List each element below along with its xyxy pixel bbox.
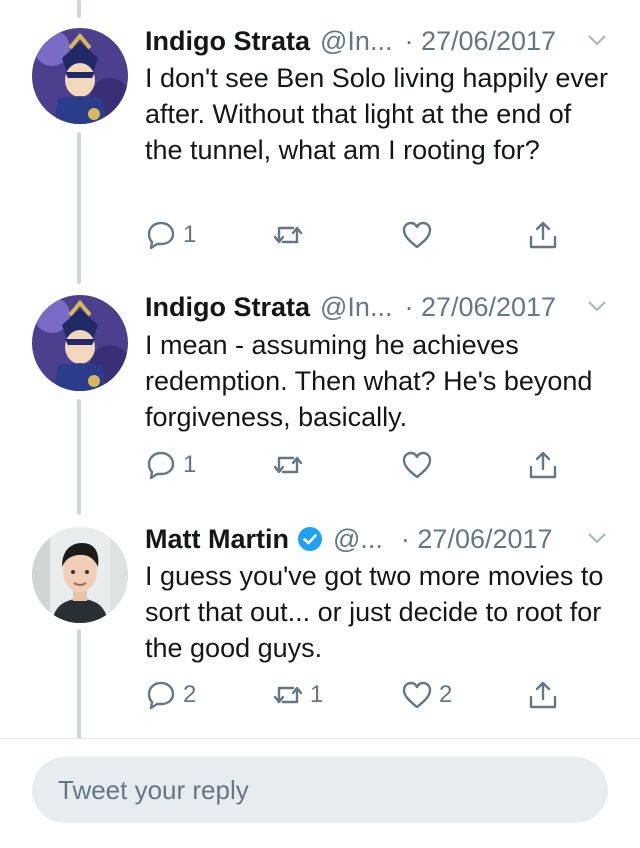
share-icon [529,451,557,479]
reply-button[interactable]: 2 [145,675,196,715]
heart-icon [402,451,432,479]
author-name[interactable]: Indigo Strata [145,26,310,57]
tweet-actions: 1 [145,215,585,255]
reply-placeholder: Tweet your reply [58,774,249,805]
share-button[interactable] [527,445,559,485]
tweet-text: I guess you've got two more movies to so… [145,561,604,663]
reply-button[interactable]: 1 [145,445,196,485]
tweet[interactable]: Indigo Strata @In... · 27/06/2017 I don'… [0,0,640,270]
tweet-text: I don't see Ben Solo living happily ever… [145,63,608,165]
avatar[interactable] [32,28,128,124]
reply-icon [147,681,175,710]
reply-button[interactable]: 1 [145,215,196,255]
share-button[interactable] [527,675,559,715]
retweet-button[interactable] [272,215,310,255]
share-icon [529,221,557,249]
chevron-down-icon[interactable] [586,29,608,51]
like-count: 2 [439,681,453,708]
tweet-header: Indigo Strata @In... · 27/06/2017 [145,21,616,61]
verified-badge-icon [298,527,322,551]
tweet-header: Matt Martin @... · 27/06/2017 [145,519,616,559]
avatar[interactable] [32,295,128,391]
author-handle[interactable]: @In... [320,26,392,57]
retweet-icon [273,226,303,244]
reply-icon [147,221,175,250]
retweet-icon [273,456,303,474]
avatar[interactable] [32,527,128,623]
share-icon [529,681,557,709]
author-name[interactable]: Matt Martin [145,524,289,555]
author-name[interactable]: Indigo Strata [145,292,310,323]
tweet-header: Indigo Strata @In... · 27/06/2017 [145,287,616,327]
reply-icon [147,451,175,480]
reply-count: 1 [183,451,197,478]
heart-icon [402,221,432,249]
chevron-down-icon[interactable] [586,527,608,549]
author-handle[interactable]: @In... [320,292,392,323]
retweet-icon [273,686,303,704]
reply-count: 1 [183,221,197,248]
chevron-down-icon[interactable] [586,295,608,317]
author-handle[interactable]: @... [333,524,383,555]
reply-count: 2 [183,681,197,708]
divider [0,738,640,739]
tweet-date[interactable]: · 27/06/2017 [404,292,556,323]
heart-icon [402,681,432,709]
tweet[interactable]: Indigo Strata @In... · 27/06/2017 I mean… [0,270,640,500]
like-button[interactable]: 2 [401,675,452,715]
like-button[interactable] [401,215,439,255]
tweet-text: I mean - assuming he achieves redemption… [145,330,593,432]
retweet-count: 1 [310,681,324,708]
tweet-date[interactable]: · 27/06/2017 [404,26,556,57]
tweet-actions: 1 [145,445,585,485]
tweet-actions: 2 1 2 [145,675,585,715]
retweet-button[interactable]: 1 [272,675,323,715]
reply-input[interactable]: Tweet your reply [32,757,608,823]
tweet[interactable]: Matt Martin @... · 27/06/2017 I guess yo… [0,500,640,738]
tweet-date[interactable]: · 27/06/2017 [401,524,553,555]
retweet-button[interactable] [272,445,310,485]
like-button[interactable] [401,445,439,485]
share-button[interactable] [527,215,559,255]
